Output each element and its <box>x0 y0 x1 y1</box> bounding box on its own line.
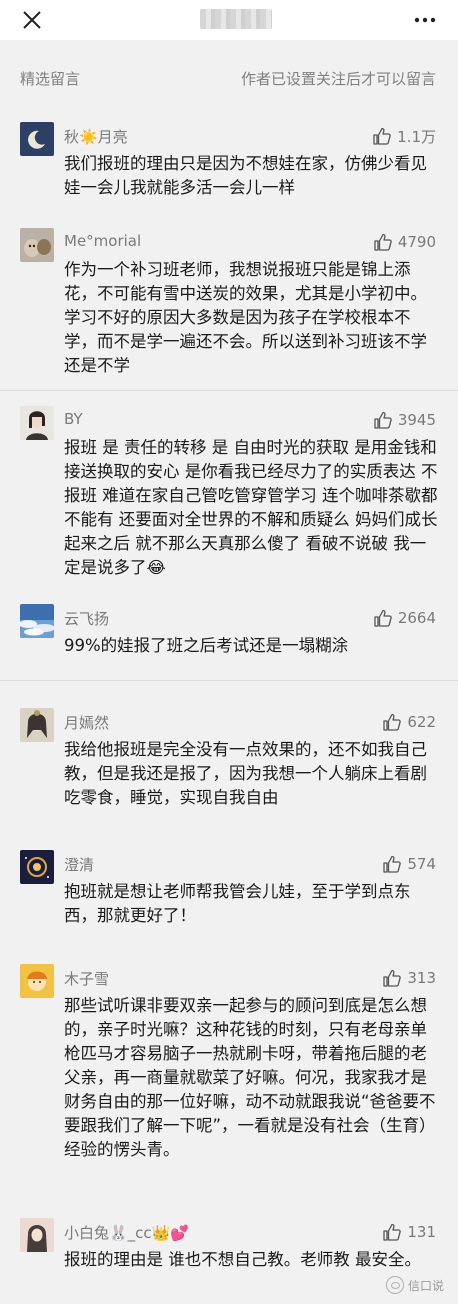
thumbs-up-icon <box>383 1223 402 1241</box>
comment-text: 抱班就是想让老师帮我管会儿娃，至于学到点东西，那就更好了！ <box>64 882 411 925</box>
like-count: 313 <box>407 969 436 987</box>
thumbs-up-icon <box>374 233 392 251</box>
thumbs-up-icon <box>383 969 402 987</box>
section-header: 精选留言 作者已设置关注后才可以留言 <box>0 62 458 98</box>
like-count: 131 <box>407 1223 436 1241</box>
comment-nickname: 澄清 <box>64 856 95 874</box>
comment-nickname: Me°morial <box>64 232 142 250</box>
like-count: 574 <box>407 855 436 873</box>
divider <box>0 390 458 391</box>
like-count: 622 <box>407 713 436 731</box>
avatar[interactable] <box>20 604 54 638</box>
watermark-text: 信口说 <box>407 1278 444 1293</box>
divider <box>0 680 458 681</box>
like-button[interactable]: 1.1万 <box>372 125 436 147</box>
thumbs-up-icon <box>374 411 392 429</box>
avatar[interactable] <box>20 228 54 262</box>
thumbs-up-icon <box>383 713 402 731</box>
like-button[interactable]: 313 <box>382 967 436 989</box>
thumbs-up-icon <box>373 127 391 145</box>
like-button[interactable]: 4790 <box>373 231 436 253</box>
avatar[interactable] <box>20 1218 54 1252</box>
thumbs-up-icon <box>374 609 392 627</box>
comment-text: 那些试听课非要双亲一起参与的顾问到底是怎么想的，亲子时光嘛？这种花钱的时刻，只有… <box>64 996 436 1159</box>
comment-nickname: 秋☀️月亮 <box>64 128 128 146</box>
like-button[interactable]: 131 <box>382 1221 436 1243</box>
featured-comments-label: 精选留言 <box>20 70 81 88</box>
comment-nickname: BY <box>64 410 83 428</box>
more-icon[interactable] <box>414 10 436 30</box>
comment-nickname: 木子雪 <box>64 970 110 988</box>
blurred-account-title: 信口说 <box>200 9 272 29</box>
close-icon[interactable] <box>20 8 44 32</box>
like-count: 4790 <box>397 233 436 251</box>
thumbs-up-icon <box>383 855 402 873</box>
comment-nickname: 月嫣然 <box>64 714 110 732</box>
comment-text: 报班 是 责任的转移 是 自由时光的获取 是用金钱和接送换取的安心 是你看我已经… <box>64 438 438 577</box>
comment-nickname: 小白兔🐰_cc👑💕 <box>64 1224 190 1242</box>
avatar[interactable] <box>20 964 54 998</box>
like-count: 1.1万 <box>397 127 436 146</box>
follow-to-comment-note: 作者已设置关注后才可以留言 <box>240 70 436 88</box>
wechat-icon <box>385 1276 404 1294</box>
like-count: 2664 <box>397 609 436 627</box>
like-button[interactable]: 3945 <box>373 409 436 431</box>
avatar[interactable] <box>20 406 54 440</box>
avatar[interactable] <box>20 708 54 742</box>
comment-text: 报班的理由是 谁也不想自己教。老师教 最安全。 <box>64 1250 421 1269</box>
account-watermark: 信口说 <box>385 1276 444 1294</box>
like-count: 3945 <box>397 411 436 429</box>
avatar[interactable] <box>20 122 54 156</box>
like-button[interactable]: 574 <box>382 853 436 875</box>
like-button[interactable]: 622 <box>382 711 436 733</box>
comment-text: 我给他报班是完全没有一点效果的，还不如我自己教，但是我还是报了，因为我想一个人躺… <box>64 740 427 807</box>
comment-text: 99%的娃报了班之后考试还是一塌糊涂 <box>64 636 349 655</box>
avatar[interactable] <box>20 850 54 884</box>
comment-text: 我们报班的理由只是因为不想娃在家，仿佛少看见娃一会儿我就能多活一会儿一样 <box>64 154 427 197</box>
comment-text: 作为一个补习班老师，我想说报班只能是锦上添花，不可能有雪中送炭的效果，尤其是小学… <box>64 260 427 375</box>
comment-nickname: 云飞扬 <box>64 610 110 628</box>
like-button[interactable]: 2664 <box>373 607 436 629</box>
top-bar: 信口说 <box>0 0 458 40</box>
